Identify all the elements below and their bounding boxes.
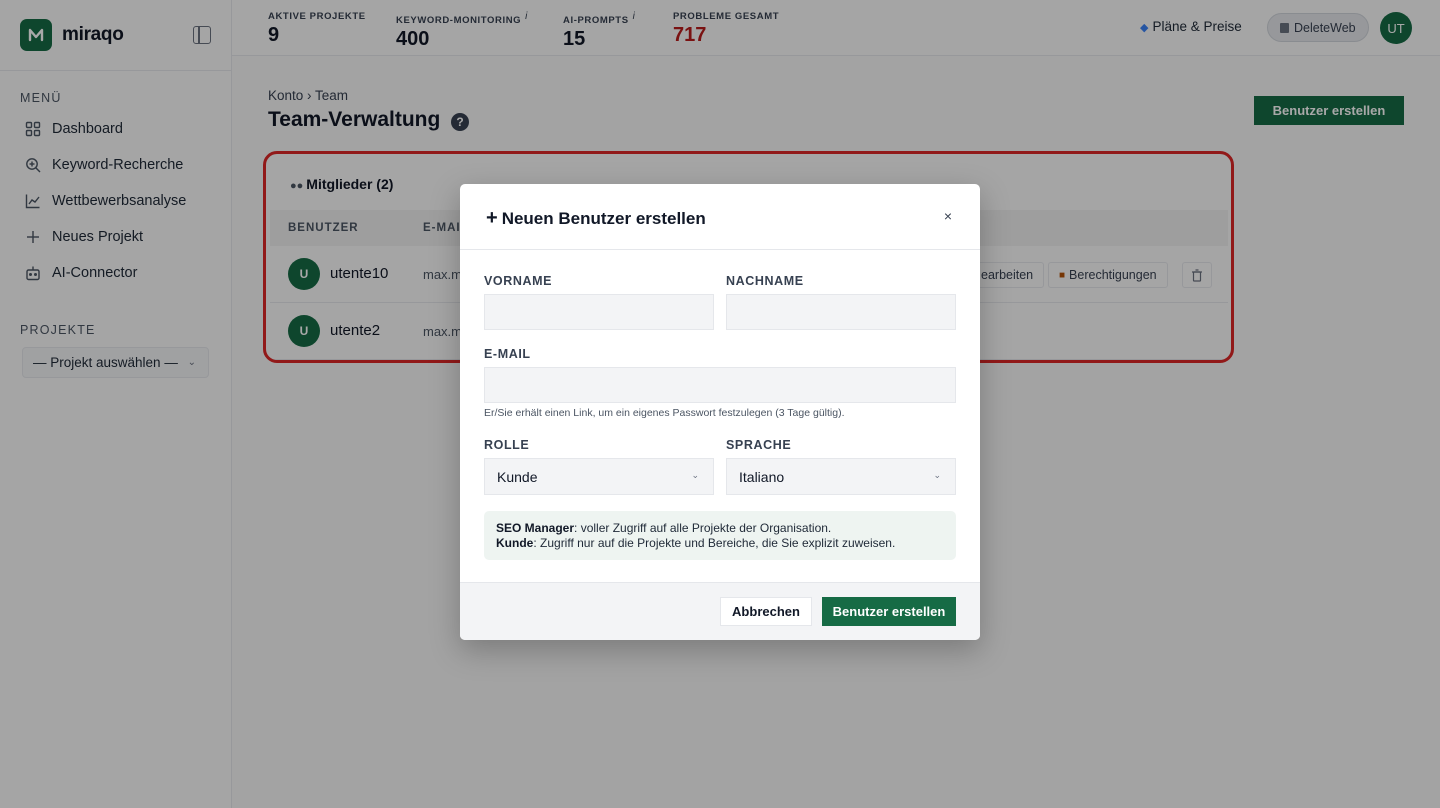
email-hint: Er/Sie erhält einen Link, um ein eigenes…	[484, 407, 845, 419]
cancel-button[interactable]: Abbrechen	[720, 597, 812, 626]
info-client: Kunde: Zugriff nur auf die Projekte und …	[496, 536, 896, 550]
role-value: Kunde	[497, 468, 538, 485]
lastname-label: NACHNAME	[726, 274, 804, 288]
language-value: Italiano	[739, 468, 785, 485]
firstname-label: VORNAME	[484, 274, 553, 288]
email-label: E-MAIL	[484, 347, 531, 361]
create-user-dialog: + Neuen Benutzer erstellen × VORNAME NACH…	[460, 184, 980, 640]
info-seo-manager: SEO Manager: voller Zugriff auf alle Pro…	[496, 521, 832, 535]
language-select[interactable]: Italiano ⌄	[726, 458, 956, 495]
dialog-title: + Neuen Benutzer erstellen	[486, 207, 706, 229]
dialog-header: + Neuen Benutzer erstellen ×	[460, 184, 980, 250]
language-label: SPRACHE	[726, 438, 792, 452]
email-field[interactable]	[484, 367, 956, 403]
role-info-box: SEO Manager: voller Zugriff auf alle Pro…	[484, 511, 956, 560]
submit-create-user-button[interactable]: Benutzer erstellen	[822, 597, 956, 626]
role-label: ROLLE	[484, 438, 530, 452]
firstname-field[interactable]	[484, 294, 714, 330]
role-select[interactable]: Kunde ⌄	[484, 458, 714, 495]
lastname-field[interactable]	[726, 294, 956, 330]
plus-icon: +	[486, 207, 498, 229]
close-icon[interactable]: ×	[944, 208, 952, 224]
dialog-footer: Abbrechen Benutzer erstellen	[460, 582, 980, 640]
chevron-down-icon: ⌄	[933, 470, 941, 480]
chevron-down-icon: ⌄	[691, 470, 699, 480]
